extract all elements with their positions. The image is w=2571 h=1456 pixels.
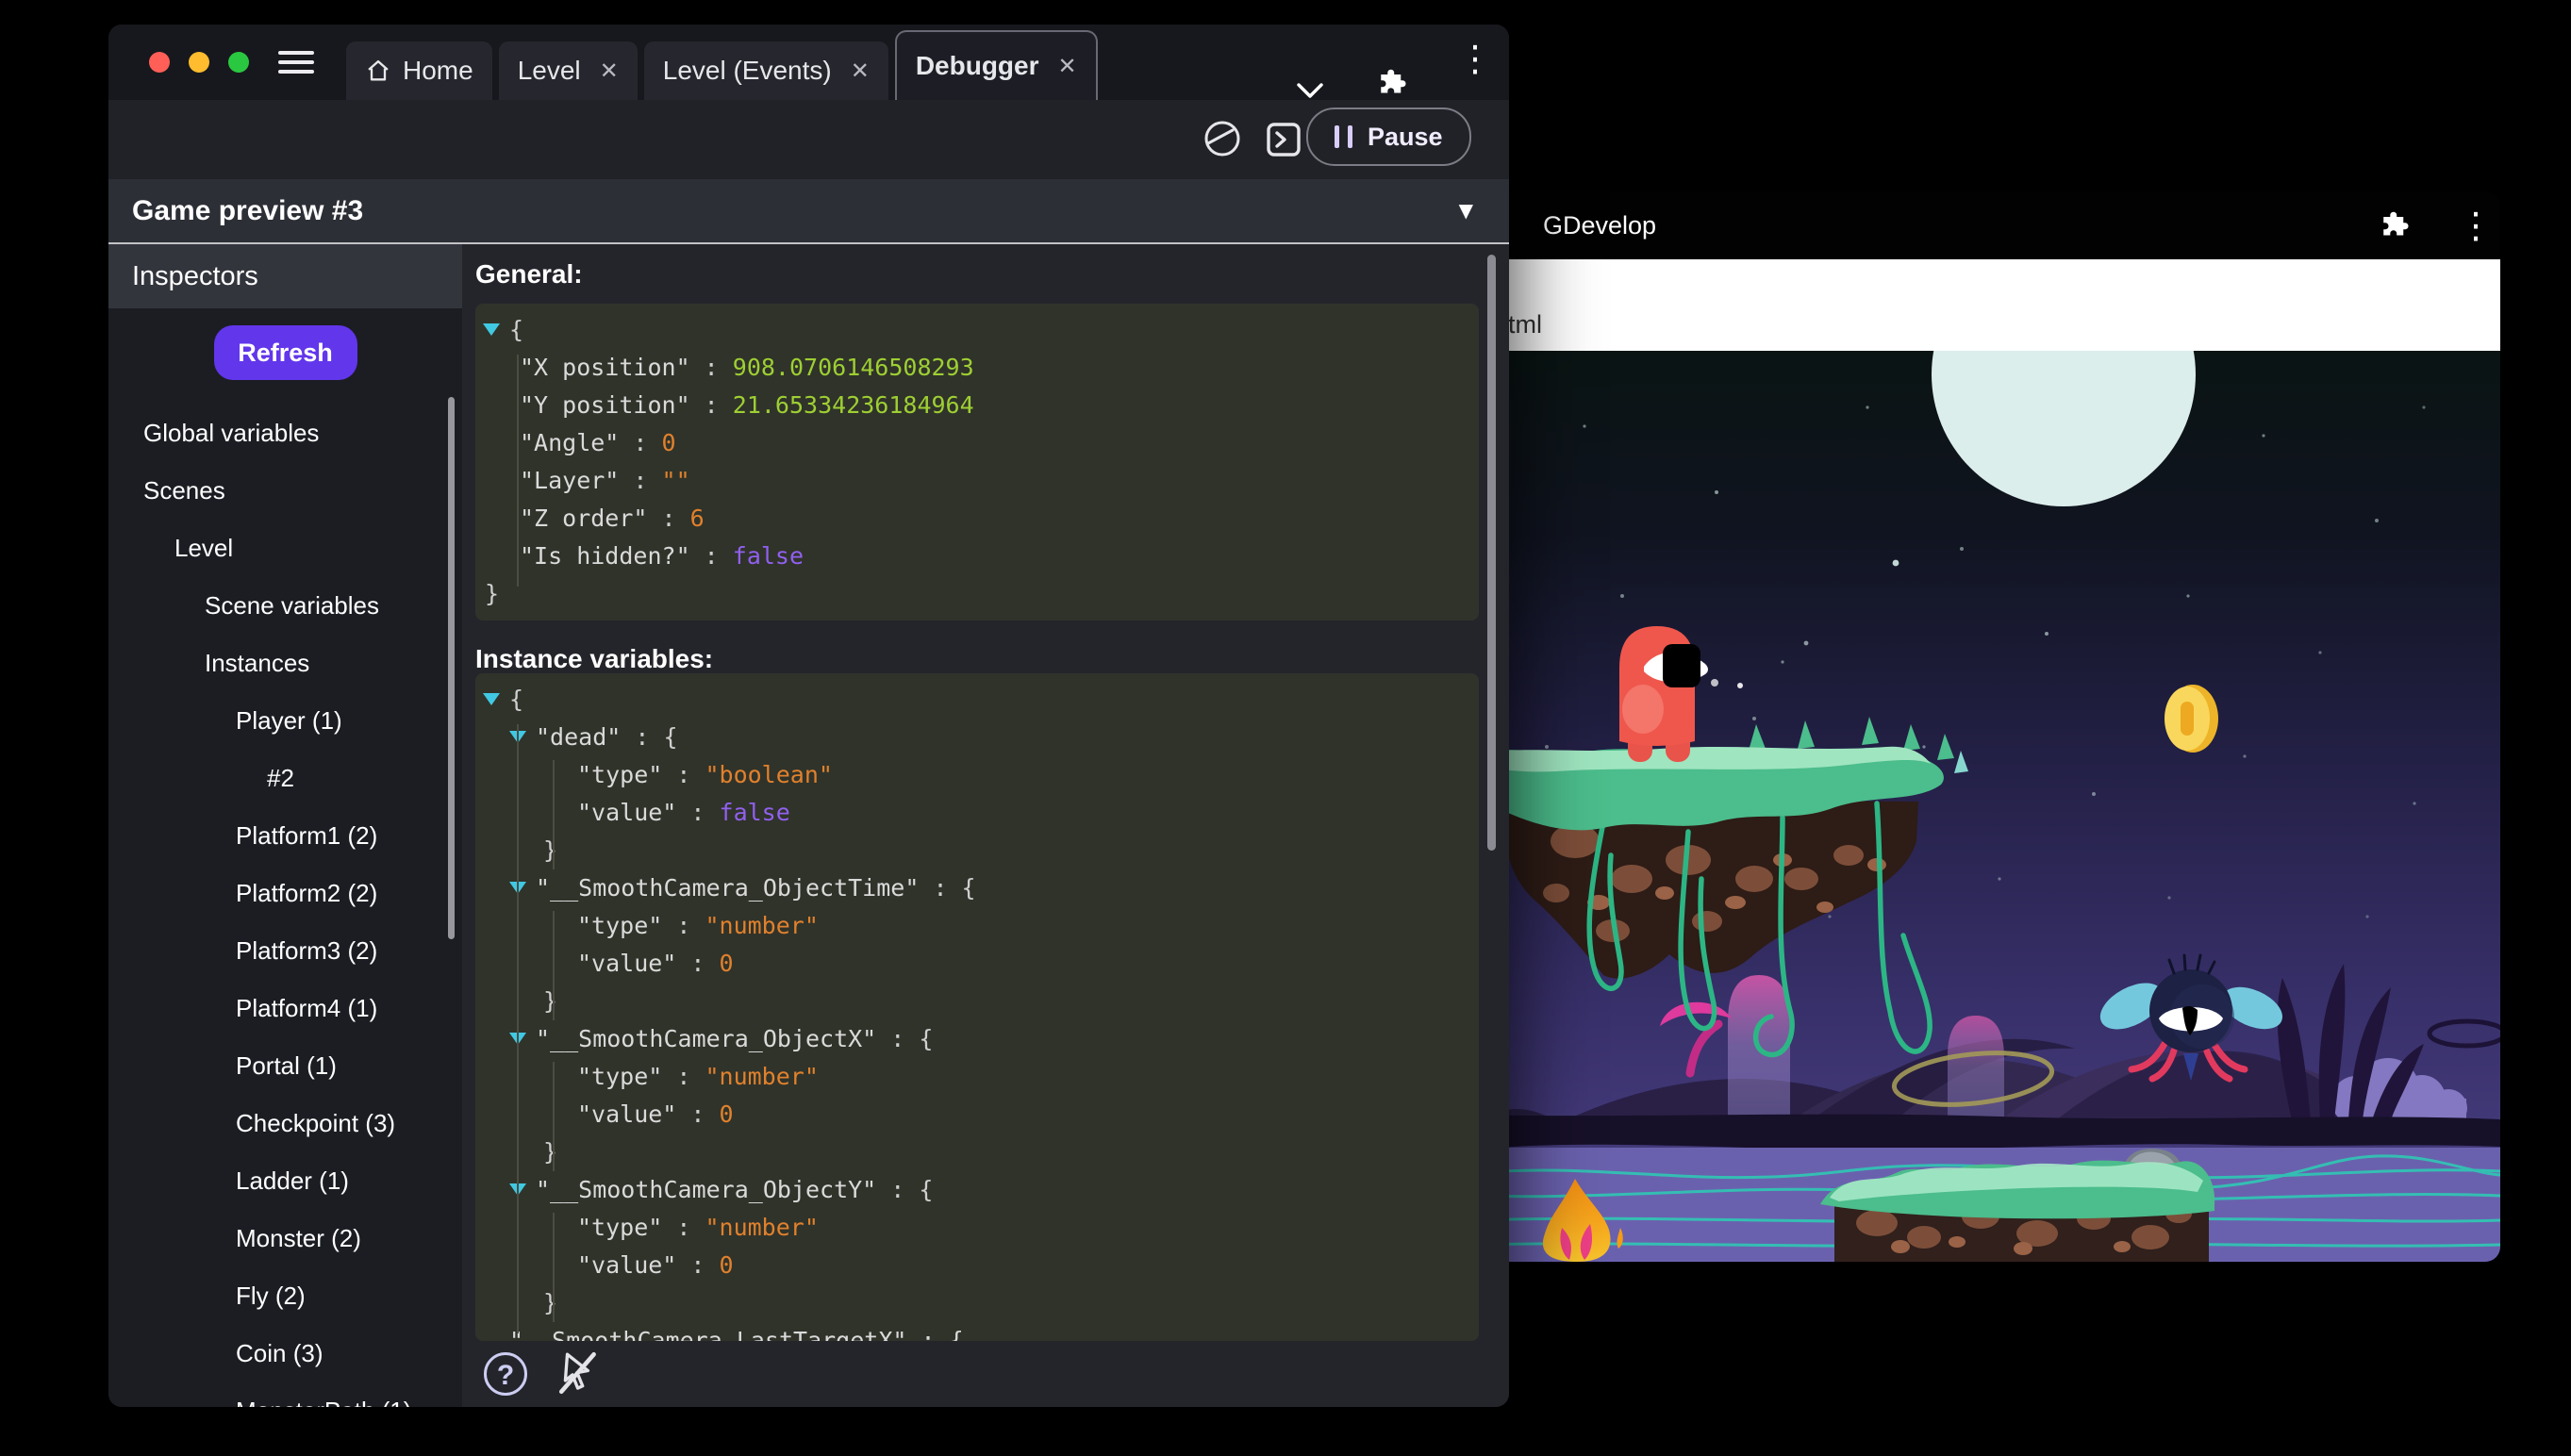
sidebar-item-fly[interactable]: Fly (2) (108, 1267, 462, 1325)
refresh-button[interactable]: Refresh (213, 325, 357, 380)
tab-level-label: Level (517, 56, 581, 85)
tab-level[interactable]: Level ✕ (498, 41, 638, 100)
hamburger-menu-icon[interactable] (278, 51, 314, 74)
tab-debugger-label: Debugger (915, 51, 1039, 80)
pause-button[interactable]: Pause (1306, 108, 1471, 166)
json-entry[interactable]: "type" : "number" (475, 1058, 1479, 1096)
sidebar-item-coin[interactable]: Coin (3) (108, 1325, 462, 1382)
general-json-tree: { "X position" : 908.0706146508293 "Y po… (475, 304, 1479, 620)
preview-titlebar[interactable]: GDevelop ⋮ (1471, 191, 2500, 259)
help-icon[interactable]: ? (484, 1352, 527, 1396)
json-entry[interactable]: "Layer" : "" (475, 462, 1479, 500)
game-preview-selector[interactable]: Game preview #3 ▼ (108, 179, 1509, 242)
pause-button-label: Pause (1368, 122, 1443, 151)
sidebar-item-ladder[interactable]: Ladder (1) (108, 1152, 462, 1210)
tab-level-events-label: Level (Events) (662, 56, 832, 85)
preview-window-title: GDevelop (1543, 211, 1657, 240)
inspector-detail-panel: General: { "X position" : 908.0706146508… (462, 244, 1509, 1407)
json-entry[interactable]: "Is hidden?" : false (475, 538, 1479, 575)
json-entry[interactable]: "value" : false (475, 794, 1479, 832)
tab-bar: Home Level ✕ Level (Events) ✕ Debugger ✕ (108, 25, 1509, 100)
tab-debugger[interactable]: Debugger ✕ (894, 30, 1098, 100)
tab-level-events[interactable]: Level (Events) ✕ (643, 41, 888, 100)
collapse-triangle-icon[interactable] (483, 323, 500, 336)
json-entry[interactable]: "Angle" : 0 (475, 424, 1479, 462)
sidebar-item-platform3[interactable]: Platform3 (2) (108, 922, 462, 980)
json-entry[interactable]: "value" : 0 (475, 1096, 1479, 1133)
tab-strip: Home Level ✕ Level (Events) ✕ Debugger ✕ (346, 30, 1098, 100)
inspectors-header-label: Inspectors (132, 261, 258, 291)
tab-home-label: Home (403, 56, 473, 85)
profiler-gauge-icon[interactable] (1201, 117, 1244, 160)
inspectors-sidebar: Inspectors Refresh Global variables Scen… (108, 244, 462, 1407)
sidebar-item-platform1[interactable]: Platform1 (2) (108, 807, 462, 865)
sidebar-item-platform4[interactable]: Platform4 (1) (108, 980, 462, 1037)
home-icon (368, 59, 389, 81)
player-pupil (1663, 644, 1700, 687)
debugger-toolbar: Pause (108, 100, 1509, 179)
coin-sprite (2165, 685, 2218, 753)
sidebar-item-monster[interactable]: Monster (2) (108, 1210, 462, 1267)
json-entry[interactable]: "value" : 0 (475, 1247, 1479, 1284)
dropdown-caret-icon[interactable]: ▼ (1459, 179, 1473, 242)
sidebar-item-level[interactable]: Level (108, 520, 462, 577)
sidebar-item-scenes[interactable]: Scenes (108, 462, 462, 520)
collapse-triangle-icon[interactable] (483, 693, 500, 705)
sidebar-item-player[interactable]: Player (1) (108, 692, 462, 750)
json-entry[interactable]: "Z order" : 6 (475, 500, 1479, 538)
minimize-button[interactable] (189, 52, 209, 73)
sidebar-item-portal[interactable]: Portal (1) (108, 1037, 462, 1095)
game-preview-title: Game preview #3 (132, 195, 364, 226)
sidebar-item-global-variables[interactable]: Global variables (108, 405, 462, 462)
debugger-window: Home Level ✕ Level (Events) ✕ Debugger ✕ (108, 25, 1509, 1407)
console-icon[interactable] (1263, 119, 1304, 160)
tab-close-icon[interactable]: ✕ (600, 58, 619, 84)
sidebar-item-clipped[interactable]: MonsterPath (1) (108, 1382, 462, 1407)
tab-close-icon[interactable]: ✕ (851, 58, 870, 84)
maximize-button[interactable] (228, 52, 249, 73)
json-entry[interactable]: "type" : "boolean" (475, 756, 1479, 794)
tab-close-icon[interactable]: ✕ (1058, 53, 1077, 79)
json-entry[interactable]: "Y position" : 21.65334236184964 (475, 387, 1479, 424)
game-preview-window: GDevelop ⋮ html (1471, 191, 2500, 1262)
json-entry[interactable]: "type" : "number" (475, 1209, 1479, 1247)
json-entry[interactable]: "X position" : 908.0706146508293 (475, 349, 1479, 387)
sidebar-item-instance-2[interactable]: #2 (108, 750, 462, 807)
json-variable-objectx[interactable]: "__SmoothCamera_ObjectX" : { (475, 1020, 1479, 1058)
desktop: GDevelop ⋮ html Home Level ✕ Level (Even… (0, 0, 2571, 1456)
general-section-title: General: (475, 259, 583, 289)
inspectors-header: Inspectors (108, 244, 462, 308)
sidebar-item-checkpoint[interactable]: Checkpoint (3) (108, 1095, 462, 1152)
detail-panel-scrollbar[interactable] (1487, 255, 1496, 851)
instance-variables-section-title: Instance variables: (475, 644, 714, 673)
pause-icon (1335, 125, 1352, 148)
tab-home[interactable]: Home (346, 41, 492, 100)
sidebar-item-platform2[interactable]: Platform2 (2) (108, 865, 462, 922)
sidebar-item-scene-variables[interactable]: Scene variables (108, 577, 462, 635)
preview-menu-kebab-icon[interactable]: ⋮ (2458, 205, 2494, 246)
json-variable-objecttime[interactable]: "__SmoothCamera_ObjectTime" : { (475, 869, 1479, 907)
inspector-tree: Global variables Scenes Level Scene vari… (108, 405, 462, 1407)
instance-variables-json-tree: { "dead" : { "type" : "boolean" "value" … (475, 673, 1479, 1341)
preview-address-bar[interactable]: html (1471, 259, 2500, 352)
json-entry[interactable]: "type" : "number" (475, 907, 1479, 945)
json-variable-dead[interactable]: "dead" : { (475, 719, 1479, 756)
sidebar-item-instances[interactable]: Instances (108, 635, 462, 692)
inspect-disabled-icon[interactable] (556, 1348, 603, 1398)
extension-puzzle-icon[interactable] (2379, 208, 2413, 242)
close-button[interactable] (149, 52, 170, 73)
json-entry[interactable]: "value" : 0 (475, 945, 1479, 983)
sidebar-scrollbar[interactable] (448, 397, 455, 939)
game-canvas[interactable] (1471, 351, 2500, 1262)
json-variable-clipped[interactable]: "__SmoothCamera_LastTargetX" : { (475, 1322, 1479, 1341)
json-variable-objecty[interactable]: "__SmoothCamera_ObjectY" : { (475, 1171, 1479, 1209)
